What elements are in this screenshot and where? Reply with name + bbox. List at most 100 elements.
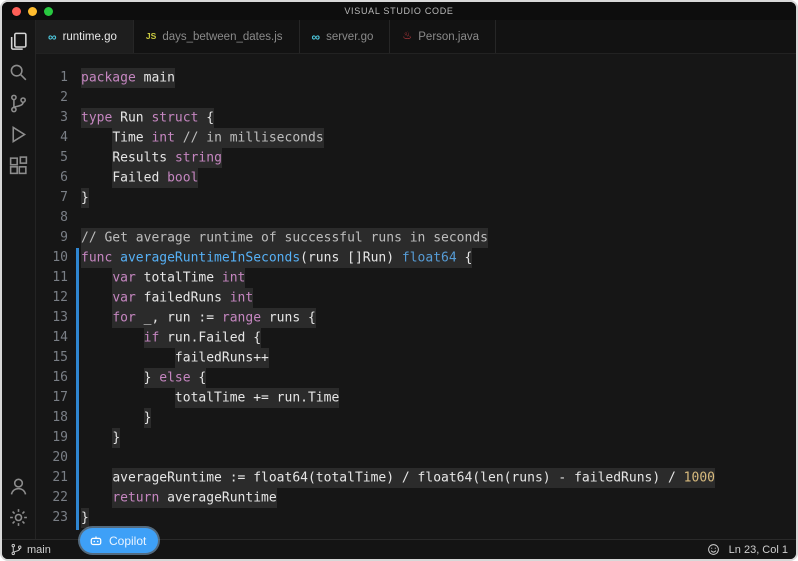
code-line-2[interactable]: 2: [36, 88, 796, 108]
line-number[interactable]: 5: [36, 148, 81, 168]
line-content[interactable]: Time int // in milliseconds: [81, 128, 324, 148]
window-controls: [12, 2, 53, 20]
code-line-4[interactable]: 4 Time int // in milliseconds: [36, 128, 796, 148]
code-line-16[interactable]: 16 } else {: [36, 368, 796, 388]
line-content[interactable]: } else {: [81, 368, 206, 388]
code-line-22[interactable]: 22 return averageRuntime: [36, 488, 796, 508]
cursor-position[interactable]: Ln 23, Col 1: [729, 544, 788, 556]
line-number[interactable]: 7: [36, 188, 81, 208]
line-content[interactable]: // Get average runtime of successful run…: [81, 228, 488, 248]
line-number[interactable]: 4: [36, 128, 81, 148]
line-content[interactable]: averageRuntime := float64(totalTime) / f…: [81, 468, 715, 488]
tab-server-go[interactable]: ∞ server.go: [300, 20, 391, 53]
line-content[interactable]: }: [81, 408, 151, 428]
line-content[interactable]: failedRuns++: [81, 348, 269, 368]
line-number[interactable]: 21: [36, 468, 81, 488]
line-content[interactable]: for _, run := range runs {: [81, 308, 316, 328]
code-lines: 1package main23type Run struct {4 Time i…: [36, 54, 796, 528]
code-line-23[interactable]: 23}: [36, 508, 796, 528]
extensions-icon[interactable]: [2, 150, 36, 181]
tab-days-between-dates-js[interactable]: JS days_between_dates.js: [134, 20, 300, 53]
git-branch-item[interactable]: main: [10, 543, 51, 556]
line-number[interactable]: 10: [36, 248, 81, 268]
line-content[interactable]: Results string: [81, 148, 222, 168]
tab-runtime-go[interactable]: ∞ runtime.go: [36, 20, 134, 53]
code-editor[interactable]: 1package main23type Run struct {4 Time i…: [36, 54, 796, 539]
line-number[interactable]: 2: [36, 88, 81, 108]
line-content[interactable]: }: [81, 508, 89, 528]
code-line-20[interactable]: 20: [36, 448, 796, 468]
git-branch-label: main: [27, 544, 51, 556]
line-number[interactable]: 16: [36, 368, 81, 388]
code-line-21[interactable]: 21 averageRuntime := float64(totalTime) …: [36, 468, 796, 488]
line-number[interactable]: 13: [36, 308, 81, 328]
go-file-icon: ∞: [48, 31, 57, 43]
code-line-18[interactable]: 18 }: [36, 408, 796, 428]
code-line-7[interactable]: 7}: [36, 188, 796, 208]
java-file-icon: ♨: [402, 31, 412, 42]
search-icon[interactable]: [2, 57, 36, 88]
git-modified-indicator: [76, 248, 79, 530]
code-line-5[interactable]: 5 Results string: [36, 148, 796, 168]
line-content[interactable]: totalTime += run.Time: [81, 388, 339, 408]
copilot-label: Copilot: [109, 534, 146, 548]
code-line-14[interactable]: 14 if run.Failed {: [36, 328, 796, 348]
line-number[interactable]: 22: [36, 488, 81, 508]
git-branch-icon: [10, 543, 23, 556]
minimize-window-button[interactable]: [28, 7, 37, 16]
code-line-13[interactable]: 13 for _, run := range runs {: [36, 308, 796, 328]
line-number[interactable]: 19: [36, 428, 81, 448]
code-line-11[interactable]: 11 var totalTime int: [36, 268, 796, 288]
code-line-3[interactable]: 3type Run struct {: [36, 108, 796, 128]
line-number[interactable]: 9: [36, 228, 81, 248]
line-content[interactable]: if run.Failed {: [81, 328, 261, 348]
settings-gear-icon[interactable]: [2, 502, 36, 533]
line-number[interactable]: 23: [36, 508, 81, 528]
line-number[interactable]: 15: [36, 348, 81, 368]
zoom-window-button[interactable]: [44, 7, 53, 16]
code-line-9[interactable]: 9// Get average runtime of successful ru…: [36, 228, 796, 248]
line-content[interactable]: func averageRuntimeInSeconds(runs []Run)…: [81, 248, 472, 268]
account-icon[interactable]: [2, 471, 36, 502]
line-content[interactable]: type Run struct {: [81, 108, 214, 128]
window-title: Visual Studio Code: [344, 6, 453, 16]
line-number[interactable]: 8: [36, 208, 81, 228]
line-number[interactable]: 12: [36, 288, 81, 308]
code-line-12[interactable]: 12 var failedRuns int: [36, 288, 796, 308]
line-number[interactable]: 14: [36, 328, 81, 348]
line-content[interactable]: }: [81, 188, 89, 208]
source-control-icon[interactable]: [2, 88, 36, 119]
code-line-15[interactable]: 15 failedRuns++: [36, 348, 796, 368]
line-content[interactable]: Failed bool: [81, 168, 198, 188]
line-number[interactable]: 17: [36, 388, 81, 408]
copilot-button[interactable]: Copilot: [80, 528, 158, 553]
line-number[interactable]: 18: [36, 408, 81, 428]
line-content[interactable]: return averageRuntime: [81, 488, 277, 508]
line-number[interactable]: 20: [36, 448, 81, 468]
code-line-19[interactable]: 19 }: [36, 428, 796, 448]
close-window-button[interactable]: [12, 7, 21, 16]
copilot-robot-icon: [89, 534, 103, 548]
feedback-smiley-icon[interactable]: [707, 543, 720, 556]
line-number[interactable]: 6: [36, 168, 81, 188]
code-line-10[interactable]: 10func averageRuntimeInSeconds(runs []Ru…: [36, 248, 796, 268]
title-bar: Visual Studio Code: [2, 2, 796, 20]
line-content[interactable]: var failedRuns int: [81, 288, 253, 308]
code-line-1[interactable]: 1package main: [36, 68, 796, 88]
code-line-17[interactable]: 17 totalTime += run.Time: [36, 388, 796, 408]
code-line-8[interactable]: 8: [36, 208, 796, 228]
line-content[interactable]: package main: [81, 68, 175, 88]
run-debug-icon[interactable]: [2, 119, 36, 150]
code-line-6[interactable]: 6 Failed bool: [36, 168, 796, 188]
tab-bar: ∞ runtime.go JS days_between_dates.js ∞ …: [36, 20, 796, 54]
line-number[interactable]: 1: [36, 68, 81, 88]
line-number[interactable]: 3: [36, 108, 81, 128]
tab-person-java[interactable]: ♨ Person.java: [390, 20, 496, 53]
line-number[interactable]: 11: [36, 268, 81, 288]
js-file-icon: JS: [146, 32, 156, 41]
line-content[interactable]: }: [81, 428, 120, 448]
explorer-icon[interactable]: [2, 26, 36, 57]
activity-bar: [2, 20, 36, 539]
tab-label: Person.java: [418, 31, 479, 43]
line-content[interactable]: var totalTime int: [81, 268, 245, 288]
